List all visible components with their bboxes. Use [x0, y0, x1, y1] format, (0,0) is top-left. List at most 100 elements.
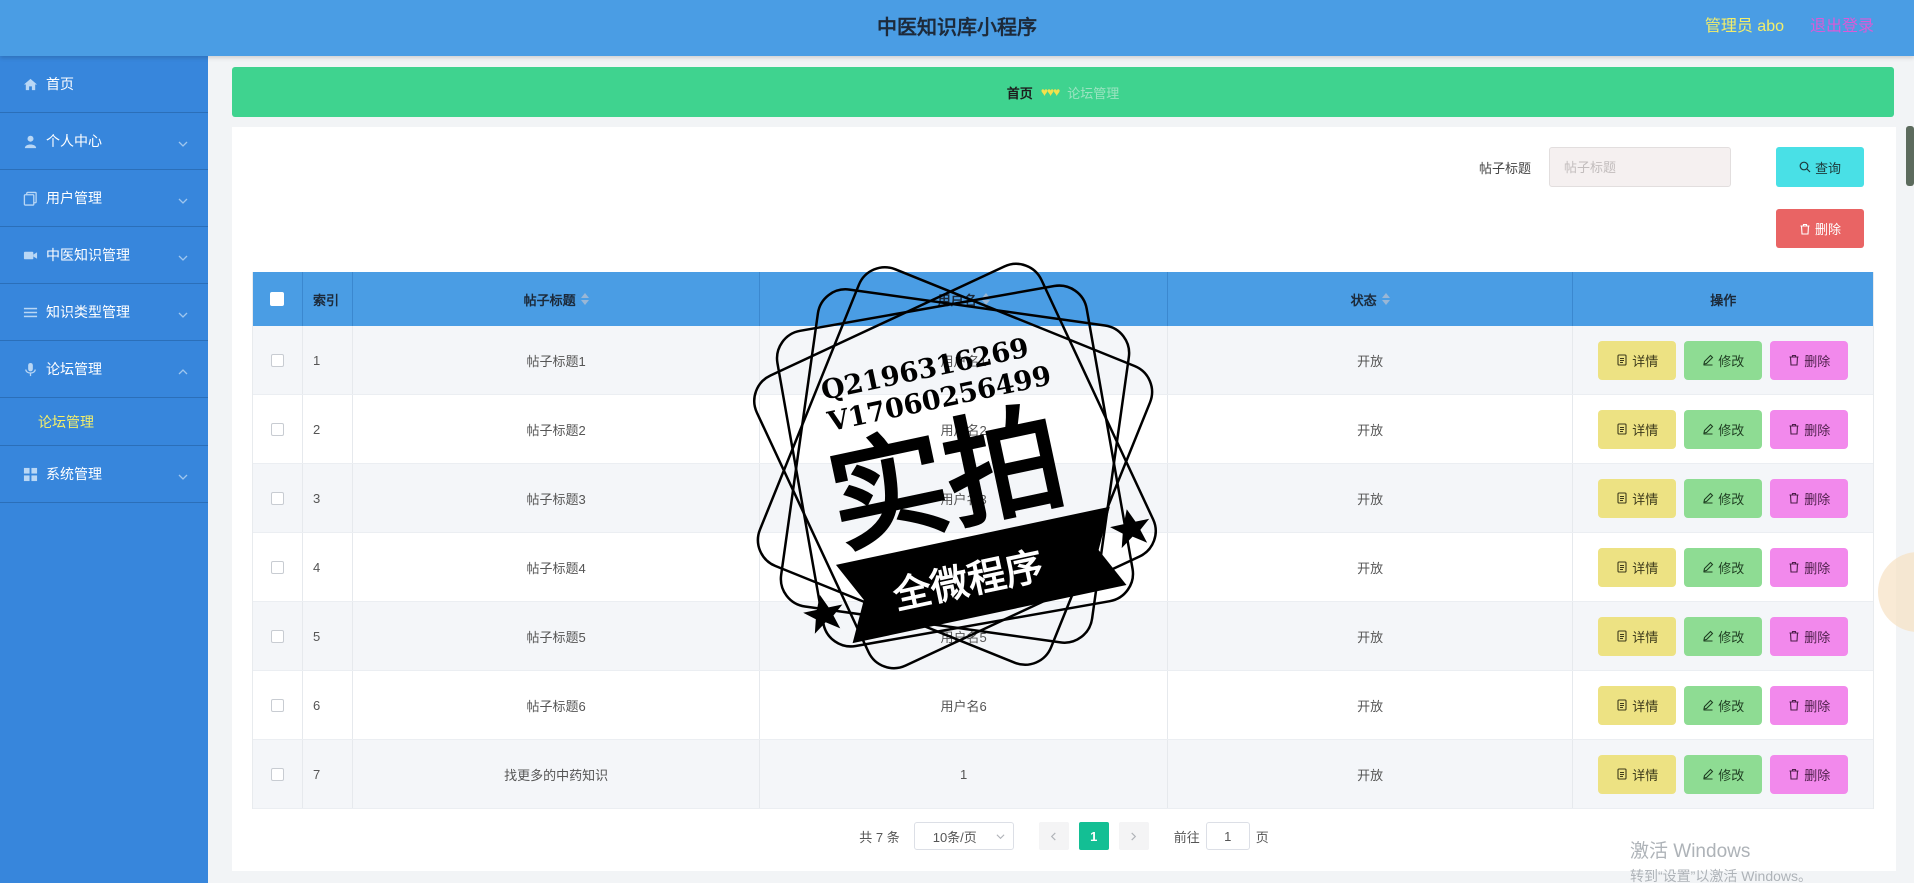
document-icon — [1617, 699, 1627, 711]
delete-button[interactable]: 删除 — [1770, 478, 1849, 518]
cell-index: 4 — [303, 533, 353, 601]
cell-user: 用户名2 — [760, 395, 1168, 463]
detail-button[interactable]: 详情 — [1598, 340, 1677, 380]
app-title: 中医知识库小程序 — [877, 17, 1037, 39]
edit-icon — [1703, 768, 1714, 780]
cell-index: 7 — [303, 740, 353, 808]
batch-delete-button[interactable]: 删除 — [1776, 209, 1864, 248]
next-page-button[interactable] — [1118, 822, 1149, 850]
detail-button[interactable]: 详情 — [1598, 754, 1677, 794]
edit-button[interactable]: 修改 — [1684, 409, 1763, 449]
delete-button[interactable]: 删除 — [1770, 616, 1849, 656]
edit-button-label: 修改 — [1718, 629, 1745, 645]
edit-button-label: 修改 — [1718, 353, 1745, 369]
edit-icon — [1703, 699, 1714, 711]
cell-user: 用户名1 — [760, 326, 1168, 394]
sidebar-item-forum[interactable]: 论坛管理 — [0, 341, 208, 398]
scrollbar[interactable] — [1906, 126, 1914, 186]
sidebar-item-tcm-knowledge[interactable]: 中医知识管理 — [0, 227, 208, 284]
row-checkbox[interactable] — [270, 491, 284, 505]
row-checkbox[interactable] — [270, 560, 284, 574]
delete-button-label: 删除 — [1804, 767, 1831, 783]
document-icon — [1617, 492, 1627, 504]
delete-button-label: 删除 — [1804, 629, 1831, 645]
col-user[interactable]: 用户名 — [760, 272, 1168, 326]
sidebar-item-personal-center[interactable]: 个人中心 — [0, 113, 208, 170]
cell-status: 开放 — [1168, 326, 1574, 394]
delete-button[interactable]: 删除 — [1770, 409, 1849, 449]
cell-index: 2 — [303, 395, 353, 463]
row-checkbox[interactable] — [270, 698, 284, 712]
detail-button[interactable]: 详情 — [1598, 685, 1677, 725]
trash-icon — [1789, 354, 1799, 366]
cell-ops: 详情 修改 删除 — [1573, 602, 1873, 670]
edit-button[interactable]: 修改 — [1684, 478, 1763, 518]
prev-page-button[interactable] — [1038, 822, 1069, 850]
delete-button[interactable]: 删除 — [1770, 754, 1849, 794]
row-checkbox[interactable] — [270, 629, 284, 643]
detail-button[interactable]: 详情 — [1598, 547, 1677, 587]
query-button[interactable]: 查询 — [1776, 147, 1864, 187]
detail-button-label: 详情 — [1632, 629, 1659, 645]
col-title-label: 帖子标题 — [523, 292, 576, 308]
document-icon — [1617, 423, 1627, 435]
row-checkbox[interactable] — [270, 353, 284, 367]
row-checkbox[interactable] — [270, 767, 284, 781]
table-row: 2 帖子标题2 用户名2 开放 详情 修改 删除 — [253, 395, 1873, 464]
page-size-select[interactable]: 10条/页 — [913, 822, 1014, 850]
detail-button[interactable]: 详情 — [1598, 409, 1677, 449]
col-ops: 操作 — [1710, 292, 1737, 308]
page-number-button[interactable]: 1 — [1078, 822, 1109, 850]
cell-title: 帖子标题5 — [353, 602, 761, 670]
logout-link[interactable]: 退出登录 — [1810, 0, 1874, 54]
detail-button[interactable]: 详情 — [1598, 616, 1677, 656]
delete-button-label: 删除 — [1804, 698, 1831, 714]
heart-separator-icon: ♥♥♥ — [1040, 85, 1060, 99]
edit-button[interactable]: 修改 — [1684, 547, 1763, 587]
edit-button[interactable]: 修改 — [1684, 685, 1763, 725]
edit-button[interactable]: 修改 — [1684, 340, 1763, 380]
chevron-down-icon — [996, 834, 1005, 840]
cell-status: 开放 — [1168, 395, 1574, 463]
windows-watermark-line1: 激活 Windows — [1630, 841, 1751, 862]
row-checkbox[interactable] — [270, 422, 284, 436]
sort-icon — [580, 293, 589, 305]
breadcrumb-home[interactable]: 首页 — [1007, 83, 1033, 102]
top-header: 中医知识库小程序 管理员 abo 退出登录 — [0, 0, 1914, 56]
cell-index: 1 — [303, 326, 353, 394]
delete-button[interactable]: 删除 — [1770, 547, 1849, 587]
col-status[interactable]: 状态 — [1168, 272, 1574, 326]
table-row: 5 帖子标题5 用户名5 开放 详情 修改 删除 — [253, 602, 1873, 671]
select-all-checkbox[interactable] — [270, 292, 285, 306]
goto-page-input[interactable] — [1205, 822, 1250, 850]
trash-icon — [1789, 768, 1799, 780]
admin-username: 管理员 abo — [1704, 18, 1784, 35]
delete-button[interactable]: 删除 — [1770, 340, 1849, 380]
sidebar-subitem-forum-management[interactable]: 论坛管理 — [0, 398, 208, 446]
windows-activation-watermark: 激活 Windows 转到“设置”以激活 Windows。 — [1630, 836, 1812, 883]
edit-button-label: 修改 — [1718, 560, 1745, 576]
chevron-down-icon — [178, 193, 188, 204]
sidebar-item-system[interactable]: 系统管理 — [0, 446, 208, 503]
sidebar-item-label: 论坛管理 — [46, 361, 102, 377]
cell-index: 6 — [303, 671, 353, 739]
search-input[interactable] — [1549, 147, 1731, 187]
edit-button-label: 修改 — [1718, 422, 1745, 438]
sidebar-item-user-management[interactable]: 用户管理 — [0, 170, 208, 227]
detail-button[interactable]: 详情 — [1598, 478, 1677, 518]
sidebar-item-label: 个人中心 — [46, 133, 102, 149]
sidebar-item-label: 首页 — [46, 76, 74, 92]
cell-ops: 详情 修改 删除 — [1573, 326, 1873, 394]
sidebar-item-knowledge-type[interactable]: 知识类型管理 — [0, 284, 208, 341]
delete-button[interactable]: 删除 — [1770, 685, 1849, 725]
col-title[interactable]: 帖子标题 — [353, 272, 761, 326]
sidebar-item-home[interactable]: 首页 — [0, 56, 208, 113]
edit-button[interactable]: 修改 — [1684, 616, 1763, 656]
edit-icon — [1703, 630, 1714, 642]
batch-delete-label: 删除 — [1814, 222, 1841, 237]
chevron-right-icon — [1131, 831, 1137, 841]
cell-user: 用户名4 — [760, 533, 1168, 601]
cell-status: 开放 — [1168, 602, 1574, 670]
edit-button[interactable]: 修改 — [1684, 754, 1763, 794]
detail-button-label: 详情 — [1632, 698, 1659, 714]
